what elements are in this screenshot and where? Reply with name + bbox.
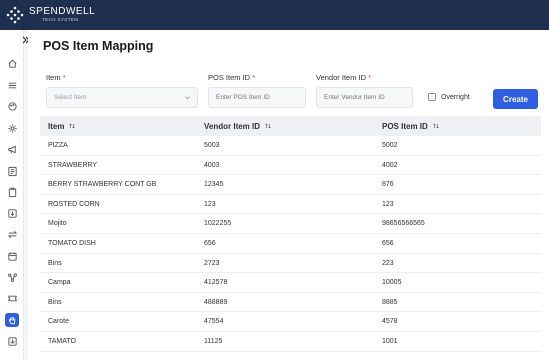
sidebar — [0, 30, 24, 360]
cell-vendor-id: 5003 — [204, 142, 220, 149]
pos-item-id-input[interactable] — [208, 87, 306, 108]
table-row[interactable]: BERRY STRAWBERRY CONT GB 12345 876 — [40, 175, 541, 195]
cell-item: TAMATO — [48, 337, 76, 345]
table-row[interactable]: PIZZA 5003 5002 — [40, 136, 541, 156]
pos-item-id-label: POS Item ID * — [208, 73, 256, 82]
chevron-down-icon — [185, 96, 190, 100]
vendor-item-id-label: Vendor Item ID * — [316, 73, 372, 82]
cell-pos-id: 123 — [382, 200, 394, 208]
table-row[interactable]: TOMATO DISH 656 656 — [40, 234, 541, 254]
cell-pos-id: 223 — [382, 259, 394, 267]
cell-pos-id: 656 — [382, 239, 394, 247]
clipboard-icon[interactable] — [5, 185, 19, 199]
cell-pos-id: 4002 — [382, 161, 398, 169]
ticket-icon[interactable] — [5, 291, 19, 305]
cell-vendor-id: 47554 — [204, 318, 224, 326]
cell-vendor-id: 412578 — [204, 279, 228, 287]
header-vendor-item-id[interactable]: Vendor Item ID — [204, 122, 271, 131]
table-row[interactable]: Bins 488889 8885 — [40, 293, 541, 313]
cell-vendor-id: 4003 — [204, 161, 220, 169]
cell-item: Campa — [48, 279, 71, 287]
cell-vendor-id: 2723 — [204, 259, 220, 267]
cell-item: PIZZA — [48, 142, 68, 149]
overright-checkbox[interactable] — [428, 93, 436, 101]
settings-cog-icon[interactable] — [5, 121, 19, 135]
cell-item: Bins — [48, 298, 62, 306]
sort-icon[interactable] — [69, 123, 76, 129]
sort-icon[interactable] — [265, 123, 271, 129]
logo-icon — [6, 6, 24, 24]
cell-vendor-id: 656 — [204, 239, 216, 247]
cell-vendor-id: 12345 — [204, 181, 224, 189]
brand-logo: SPENDWELL TECH SYSTEM — [29, 7, 95, 23]
palette-icon[interactable] — [5, 99, 19, 113]
table-row[interactable]: Campa 412578 10005 — [40, 273, 541, 293]
table-row[interactable]: TAMATO 11125 1001 — [40, 332, 541, 352]
cell-item: Bins — [48, 259, 62, 267]
cell-item: Carote — [48, 318, 70, 326]
header-pos-item-id[interactable]: POS Item ID — [382, 122, 439, 131]
download-icon[interactable] — [5, 206, 19, 220]
stats-icon[interactable] — [5, 334, 19, 348]
sort-icon[interactable] — [433, 123, 439, 129]
cell-vendor-id: 11125 — [204, 337, 223, 345]
item-select-placeholder: Select Item — [54, 94, 87, 101]
cell-item: STRAWBERRY — [48, 161, 98, 169]
table-header: Item Vendor Item ID POS Item ID — [40, 116, 541, 136]
table-row[interactable]: Bins 2723 223 — [40, 254, 541, 274]
cell-item: BERRY STRAWBERRY CONT GB — [48, 181, 157, 189]
megaphone-icon[interactable] — [5, 142, 19, 156]
main-content: POS Item Mapping Item * POS Item ID * Ve… — [28, 30, 549, 360]
cell-item: Mojito — [48, 220, 67, 228]
header-item[interactable]: Item — [48, 122, 76, 131]
cell-pos-id: 5002 — [382, 142, 398, 149]
report-list-icon[interactable] — [5, 164, 19, 178]
brand-name: SPENDWELL — [29, 6, 96, 18]
table-row[interactable]: Mojito 1022255 98656566565 — [40, 214, 541, 234]
transfer-arrows-icon[interactable] — [5, 227, 19, 241]
cell-vendor-id: 123 — [204, 200, 216, 208]
cell-pos-id: 1001 — [382, 337, 398, 345]
table-row[interactable]: Carote 47554 4578 — [40, 312, 541, 332]
cell-item: TOMATO DISH — [48, 239, 96, 247]
cell-pos-id: 4578 — [382, 318, 398, 326]
item-label: Item * — [46, 73, 66, 82]
hand-icon[interactable] — [5, 313, 19, 327]
vendor-item-id-input[interactable] — [316, 87, 413, 108]
cell-pos-id: 876 — [382, 181, 394, 189]
table-row[interactable]: STRAWBERRY 4003 4002 — [40, 156, 541, 176]
cell-item: ROSTED CORN — [48, 200, 100, 208]
cell-vendor-id: 488889 — [204, 298, 228, 306]
home-icon[interactable] — [5, 56, 19, 70]
nodes-icon[interactable] — [5, 270, 19, 284]
cell-vendor-id: 1022255 — [204, 220, 232, 228]
cell-pos-id: 8885 — [382, 298, 398, 306]
create-button[interactable]: Create — [493, 89, 538, 109]
table-row[interactable]: ROSTED CORN 123 123 — [40, 195, 541, 215]
calendar-icon[interactable] — [5, 249, 19, 263]
menu-icon[interactable] — [5, 78, 19, 92]
item-select[interactable]: Select Item — [46, 87, 198, 108]
cell-pos-id: 10005 — [382, 279, 402, 287]
brand-subtitle: TECH SYSTEM — [42, 17, 79, 23]
top-bar: SPENDWELL TECH SYSTEM — [0, 0, 549, 30]
cell-pos-id: 98656566565 — [382, 220, 425, 228]
overright-toggle[interactable]: Overright — [428, 93, 470, 101]
mapping-table: Item Vendor Item ID POS Item ID PIZZA 500… — [40, 116, 541, 352]
page-title: POS Item Mapping — [43, 39, 154, 53]
overright-label: Overright — [441, 93, 470, 101]
